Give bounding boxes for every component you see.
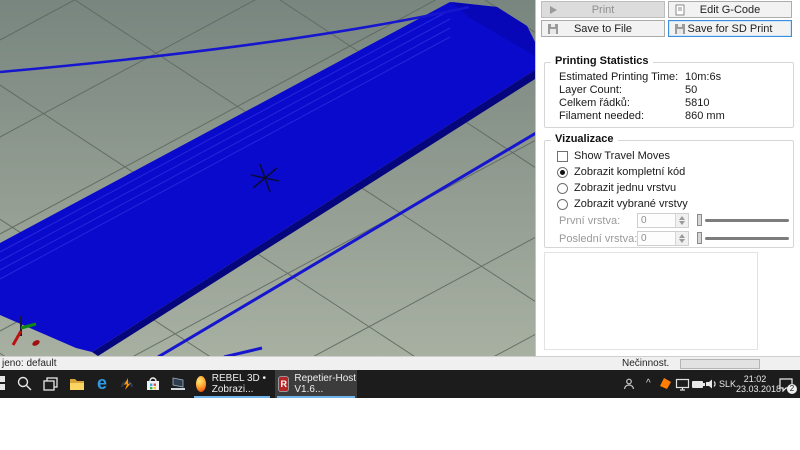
- show-travel-moves-option[interactable]: Show Travel Moves: [557, 149, 670, 163]
- stat-label: Estimated Printing Time:: [559, 71, 678, 83]
- progress-bar: [680, 359, 760, 369]
- stat-row-layer-count: Layer Count: 50: [559, 84, 785, 97]
- right-panel: Print Edit G-Code Save to File Save for …: [535, 0, 800, 356]
- active-app-underline: [194, 396, 270, 398]
- show-single-layer-label: Zobrazit jednu vrstvu: [574, 182, 676, 194]
- notification-badge: 2: [787, 384, 797, 394]
- play-icon: [547, 4, 559, 16]
- print-button-label: Print: [592, 4, 615, 16]
- screen: Print Edit G-Code Save to File Save for …: [0, 0, 800, 450]
- show-selected-layers-label: Zobrazit vybrané vrstvy: [574, 198, 688, 210]
- printer-state-text: Nečinnost.: [622, 358, 669, 369]
- edit-gcode-button[interactable]: Edit G-Code: [668, 1, 792, 18]
- active-app-underline: [277, 396, 355, 398]
- tray-chevron-up-icon[interactable]: ^: [646, 378, 651, 389]
- radio-unselected[interactable]: [557, 199, 568, 210]
- radio-selected[interactable]: [557, 167, 568, 178]
- app-status-bar: jeno: default Nečinnost.: [0, 356, 800, 370]
- 3d-scene: [0, 0, 535, 356]
- show-selected-layers-option[interactable]: Zobrazit vybrané vrstvy: [557, 197, 688, 211]
- first-layer-value: 0: [641, 215, 647, 226]
- stat-value: 5810: [685, 97, 709, 109]
- connection-status-text: jeno: default: [2, 358, 57, 369]
- repetier-taskbar-label: Repetier-Host V1.6...: [294, 373, 357, 395]
- print-button[interactable]: Print: [541, 1, 665, 18]
- language-indicator[interactable]: SLK: [719, 379, 736, 389]
- first-layer-spinner[interactable]: 0: [637, 213, 689, 228]
- last-layer-label: Poslední vrstva:: [559, 233, 637, 245]
- last-layer-spinner[interactable]: 0: [637, 231, 689, 246]
- stat-value: 860 mm: [685, 110, 725, 122]
- windows-taskbar: e REBEL 3D • Zobrazi... R Repetier-Host …: [0, 370, 800, 398]
- document-icon: [674, 4, 686, 16]
- stat-label: Filament needed:: [559, 110, 644, 122]
- checkbox-unchecked[interactable]: [557, 151, 568, 162]
- visualization-group: Vizualizace Show Travel Moves Zobrazit k…: [544, 140, 794, 248]
- show-travel-moves-label: Show Travel Moves: [574, 150, 670, 162]
- laptop-app-icon[interactable]: [169, 375, 187, 393]
- stat-row-filament-needed: Filament needed: 860 mm: [559, 110, 785, 123]
- first-layer-label: První vrstva:: [559, 215, 620, 227]
- tray-time: 21:02: [736, 374, 774, 384]
- printing-statistics-title: Printing Statistics: [551, 55, 653, 67]
- save-icon: [674, 23, 686, 35]
- last-layer-value: 0: [641, 233, 647, 244]
- file-explorer-icon[interactable]: [68, 375, 86, 393]
- people-tray-icon[interactable]: [622, 377, 640, 395]
- task-view-icon[interactable]: [42, 375, 60, 393]
- spinner-arrows-icon[interactable]: [675, 232, 688, 245]
- show-complete-code-option[interactable]: Zobrazit kompletní kód: [557, 165, 685, 179]
- save-to-file-button[interactable]: Save to File: [541, 20, 665, 37]
- stat-label: Layer Count:: [559, 84, 622, 96]
- taskbar-clock[interactable]: 21:02 23.03.2018: [736, 374, 774, 394]
- edit-gcode-button-label: Edit G-Code: [700, 4, 761, 16]
- save-to-file-button-label: Save to File: [574, 23, 632, 35]
- slider-handle[interactable]: [697, 214, 702, 226]
- tray-date: 23.03.2018: [736, 384, 774, 394]
- 3d-viewport[interactable]: [0, 0, 535, 356]
- radio-unselected[interactable]: [557, 183, 568, 194]
- first-layer-slider[interactable]: [697, 213, 789, 227]
- taskbar-firefox-button[interactable]: REBEL 3D • Zobrazi...: [192, 370, 272, 398]
- stat-row-printing-time: Estimated Printing Time: 10m:6s: [559, 71, 785, 84]
- stat-label: Celkem řádků:: [559, 97, 630, 109]
- show-complete-code-label: Zobrazit kompletní kód: [574, 166, 685, 178]
- save-for-sd-print-button-label: Save for SD Print: [688, 23, 773, 35]
- slider-handle[interactable]: [697, 232, 702, 244]
- slider-track: [705, 237, 789, 240]
- search-icon[interactable]: [16, 375, 34, 393]
- microsoft-store-icon[interactable]: [144, 375, 162, 393]
- show-single-layer-option[interactable]: Zobrazit jednu vrstvu: [557, 181, 676, 195]
- stat-value: 10m:6s: [685, 71, 721, 83]
- empty-info-panel: [544, 252, 758, 350]
- firefox-icon: [196, 376, 206, 392]
- firefox-taskbar-label: REBEL 3D • Zobrazi...: [212, 373, 272, 395]
- audacity-icon[interactable]: [118, 375, 136, 393]
- slider-track: [705, 219, 789, 222]
- taskbar-repetier-button[interactable]: R Repetier-Host V1.6...: [275, 370, 357, 398]
- repetier-icon: R: [279, 377, 288, 391]
- printing-statistics-group: Printing Statistics Estimated Printing T…: [544, 62, 794, 128]
- save-for-sd-print-button[interactable]: Save for SD Print: [668, 20, 792, 37]
- stat-value: 50: [685, 84, 697, 96]
- last-layer-slider[interactable]: [697, 231, 789, 245]
- visualization-title: Vizualizace: [551, 133, 618, 145]
- stat-row-total-lines: Celkem řádků: 5810: [559, 97, 785, 110]
- save-icon: [547, 23, 559, 35]
- spinner-arrows-icon[interactable]: [675, 214, 688, 227]
- edge-browser-icon[interactable]: e: [92, 373, 112, 395]
- start-button[interactable]: [0, 376, 6, 391]
